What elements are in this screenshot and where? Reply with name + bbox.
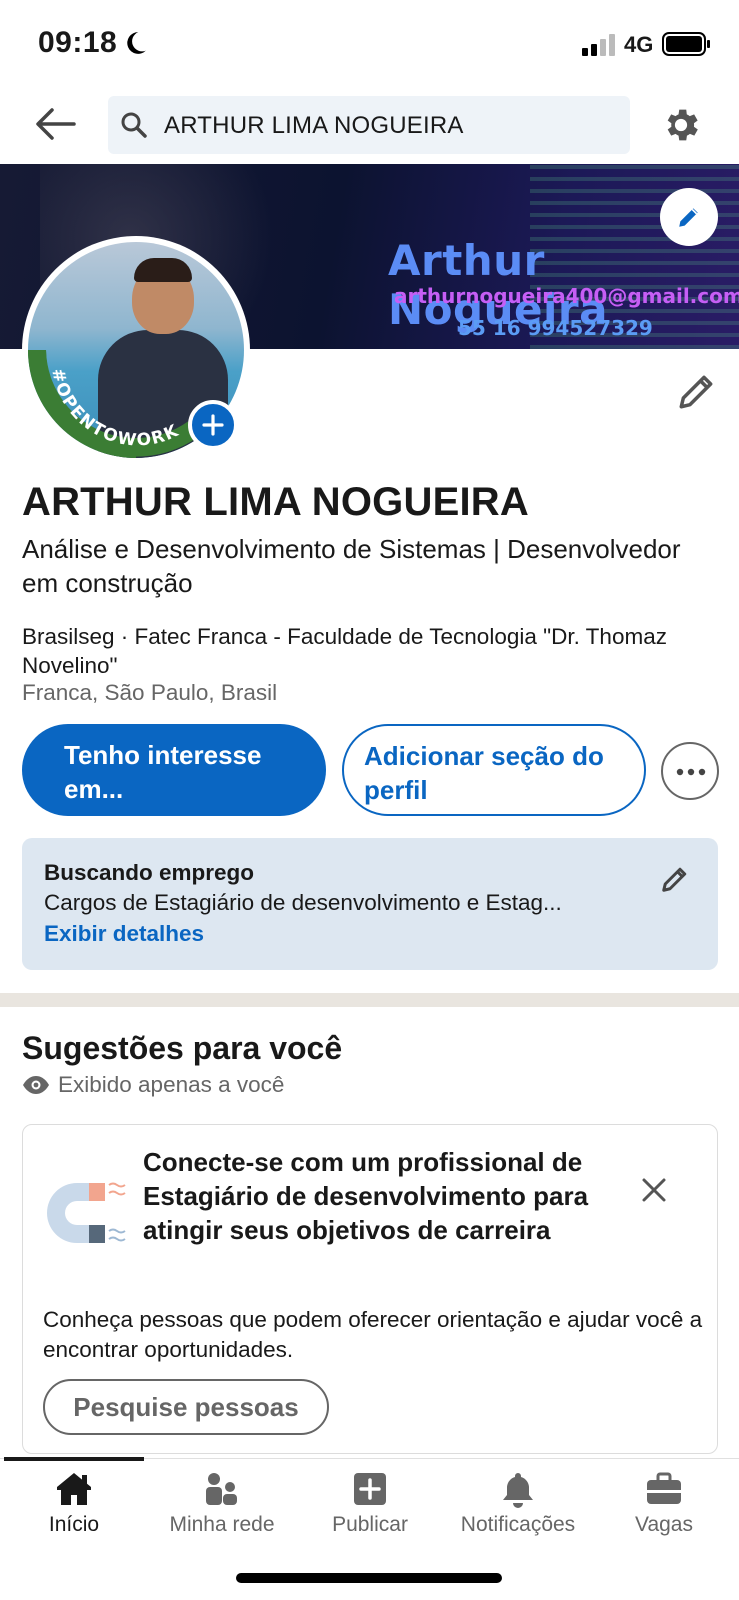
profile-name: ARTHUR LIMA NOGUEIRA [22, 480, 529, 524]
edit-banner-button[interactable] [660, 188, 718, 246]
otw-description: Cargos de Estagiário de desenvolvimento … [44, 890, 562, 915]
close-icon[interactable] [639, 1175, 669, 1205]
open-to-button[interactable]: Tenho interesse em... [22, 724, 326, 816]
nav-home-label: Início [48, 1513, 100, 1536]
back-arrow-icon[interactable] [34, 104, 78, 144]
suggestion-card: Conecte-se com um profissional de Estagi… [22, 1124, 718, 1454]
plus-icon [202, 414, 224, 436]
suggestion-card-title: Conecte-se com um profissional de Estagi… [143, 1147, 589, 1245]
moon-icon [127, 32, 146, 54]
nav-notifications[interactable]: Notificações [444, 1459, 592, 1549]
search-header: ARTHUR LIMA NOGUEIRA [0, 88, 739, 164]
nav-home[interactable]: Início [0, 1459, 148, 1549]
pencil-icon [679, 208, 698, 227]
visibility-note: Exibido apenas a você [58, 1072, 285, 1097]
suggestion-card-description: Conheça pessoas que podem oferecer orien… [43, 1307, 703, 1362]
profile-headline: Análise e Desenvolvimento de Sistemas | … [22, 534, 681, 598]
post-icon [354, 1473, 386, 1505]
search-input[interactable]: ARTHUR LIMA NOGUEIRA [108, 96, 630, 154]
briefcase-icon [647, 1472, 681, 1504]
status-bar: 09:18 4G [0, 0, 739, 88]
nav-post-label: Publicar [332, 1513, 408, 1536]
eye-icon [23, 1076, 49, 1094]
nav-jobs[interactable]: Vagas [590, 1459, 738, 1549]
more-dots-icon [676, 768, 706, 776]
home-icon [57, 1473, 91, 1505]
otw-title: Buscando emprego [44, 860, 255, 885]
gear-icon[interactable] [660, 104, 702, 146]
search-people-button[interactable]: Pesquise pessoas [43, 1379, 329, 1435]
profile-location: Franca, São Paulo, Brasil [22, 680, 278, 705]
home-indicator [236, 1573, 502, 1583]
add-profile-section-button[interactable]: Adicionar seção do perfil [342, 724, 646, 816]
nav-jobs-label: Vagas [635, 1513, 693, 1536]
open-to-work-card[interactable]: Buscando emprego Cargos de Estagiário de… [22, 838, 718, 970]
search-icon [121, 112, 147, 138]
pencil-icon[interactable] [660, 864, 690, 894]
profile-education[interactable]: Brasilseg · Fatec Franca - Faculdade de … [22, 622, 712, 680]
show-details-link[interactable]: Exibir detalhes [44, 921, 204, 947]
banner-phone: 55 16 994527329 [458, 316, 653, 340]
section-divider [0, 993, 739, 1007]
magnet-icon [47, 1182, 126, 1243]
network-icon [206, 1473, 237, 1505]
svg-text:#OPENTOWORK: #OPENTOWORK [47, 367, 182, 451]
suggestions-title: Sugestões para você [22, 1030, 343, 1066]
add-photo-button[interactable] [188, 400, 238, 450]
more-options-button[interactable] [661, 742, 719, 800]
battery-icon [662, 32, 710, 56]
status-time: 09:18 [38, 26, 118, 59]
signal-icon [582, 34, 615, 56]
nav-network[interactable]: Minha rede [148, 1459, 296, 1549]
search-query: ARTHUR LIMA NOGUEIRA [164, 112, 464, 139]
bell-icon [503, 1473, 533, 1508]
nav-notifications-label: Notificações [460, 1513, 576, 1536]
banner-email: arthurnogueira400@gmail.com [394, 284, 739, 308]
network-type: 4G [624, 32, 654, 57]
nav-network-label: Minha rede [169, 1513, 275, 1536]
nav-post[interactable]: Publicar [296, 1459, 444, 1549]
edit-profile-icon[interactable] [676, 370, 718, 412]
